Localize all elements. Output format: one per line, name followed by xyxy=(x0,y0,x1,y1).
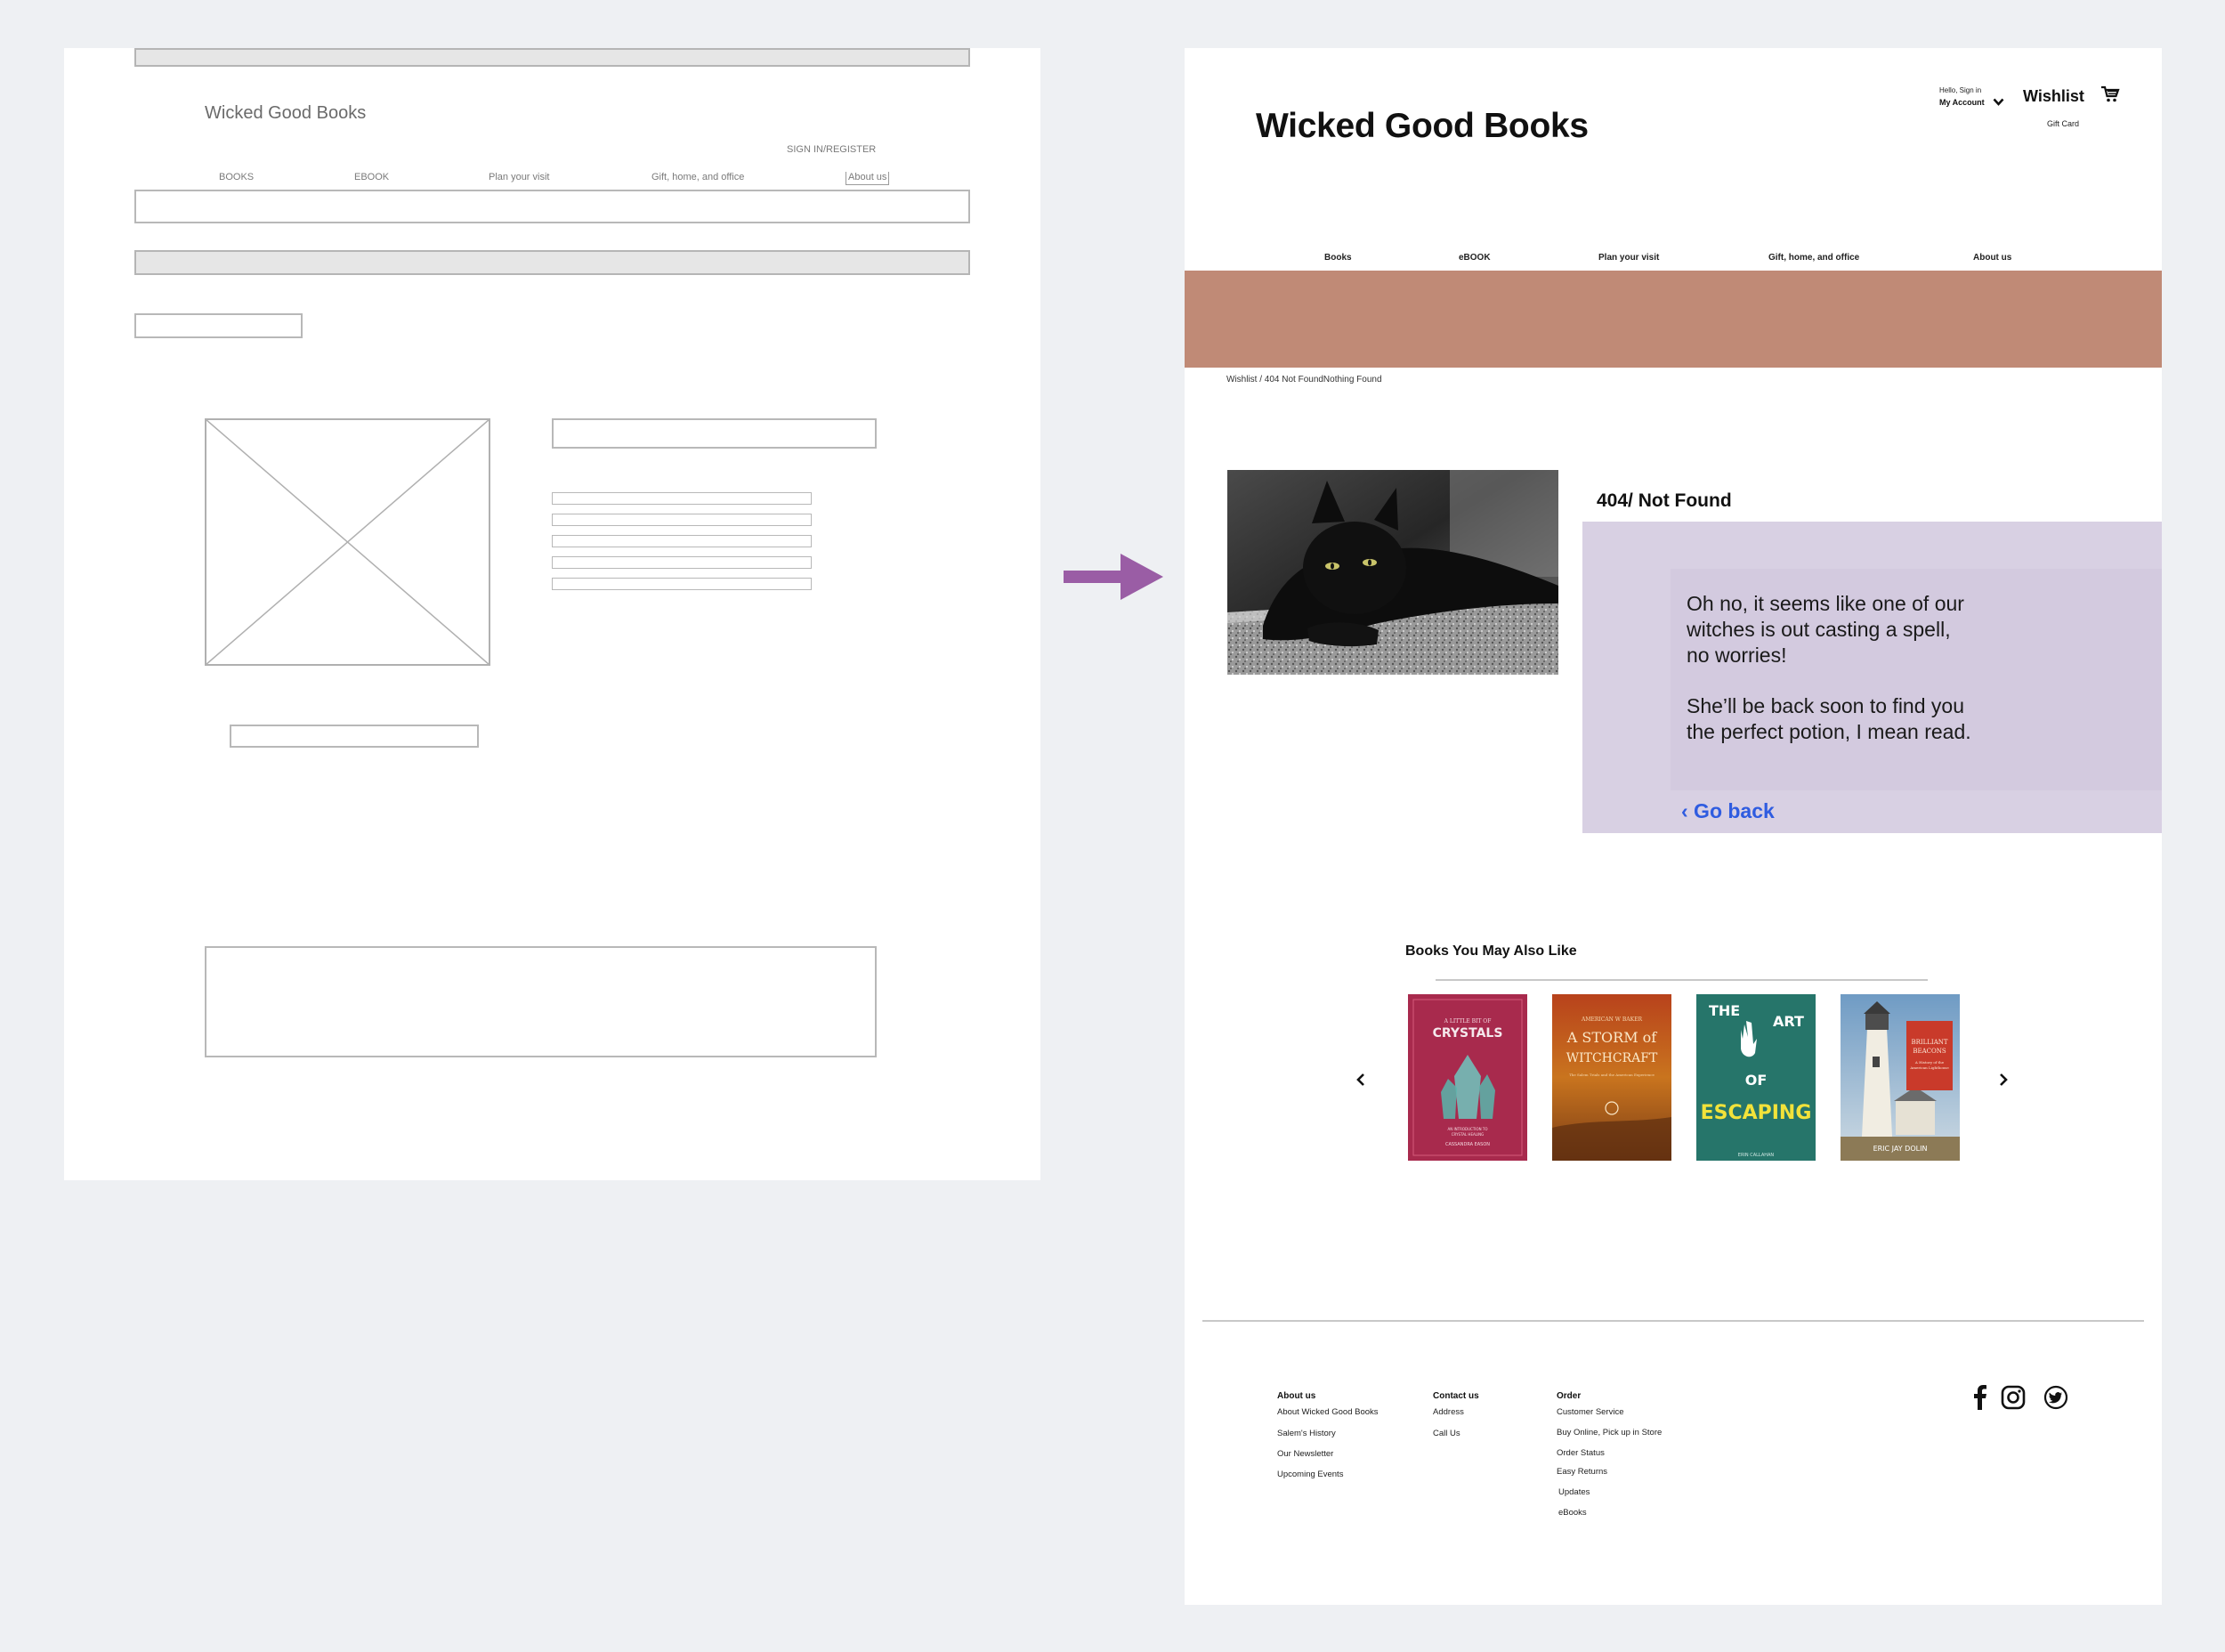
wire-breadcrumb-box xyxy=(134,313,303,338)
wireframe-panel: Wicked Good Books SIGN IN/REGISTER BOOKS… xyxy=(64,48,1040,1180)
go-back-link[interactable]: ‹ Go back xyxy=(1681,799,1775,823)
nav-books[interactable]: Books xyxy=(1324,253,1352,263)
footer-link[interactable]: Upcoming Events xyxy=(1277,1470,1379,1479)
svg-text:WITCHCRAFT: WITCHCRAFT xyxy=(1566,1051,1658,1065)
footer-link[interactable]: Customer Service xyxy=(1557,1407,1662,1417)
svg-text:A STORM of: A STORM of xyxy=(1566,1029,1658,1046)
footer-link[interactable]: About Wicked Good Books xyxy=(1277,1407,1379,1417)
footer-link[interactable]: Easy Returns xyxy=(1557,1467,1662,1477)
gift-card-link[interactable]: Gift Card xyxy=(2047,119,2079,128)
account-hello: Hello, Sign in xyxy=(1939,86,1982,94)
footer-link[interactable]: Order Status xyxy=(1557,1448,1662,1458)
footer-col-order: Order Customer Service Buy Online, Pick … xyxy=(1557,1391,1662,1518)
footer-link[interactable]: eBooks xyxy=(1558,1508,1662,1518)
twitter-icon[interactable] xyxy=(2043,1385,2068,1410)
account-label: My Account xyxy=(1939,98,1985,108)
arrow-right-icon xyxy=(1064,554,1163,600)
facebook-icon[interactable] xyxy=(1971,1383,1987,1410)
footer-link[interactable]: Our Newsletter xyxy=(1277,1449,1379,1459)
footer-col-contact: Contact us Address Call Us xyxy=(1433,1391,1479,1438)
recommendations-title: Books You May Also Like xyxy=(1405,943,1577,959)
footer-link[interactable]: Call Us xyxy=(1433,1429,1479,1438)
black-cat-photo xyxy=(1227,470,1558,675)
chevron-down-icon xyxy=(1993,98,2004,106)
wire-site-title: Wicked Good Books xyxy=(205,103,367,123)
svg-text:CASSANDRA EASON: CASSANDRA EASON xyxy=(1445,1142,1490,1147)
book-cover-brilliant-beacons[interactable]: BRILLIANT BEACONS A History of the Ameri… xyxy=(1841,994,1960,1161)
footer-heading-contact: Contact us xyxy=(1433,1391,1479,1401)
footer-heading-about: About us xyxy=(1277,1391,1316,1401)
footer-col-about: About us About Wicked Good Books Salem's… xyxy=(1277,1391,1379,1479)
chevron-right-icon[interactable] xyxy=(1997,1072,2010,1088)
not-found-title: 404/ Not Found xyxy=(1597,490,1732,511)
book-cover-art-of-escaping[interactable]: THE ART OF ESCAPING ERIN CALLAHAN xyxy=(1696,994,1816,1161)
footer-link[interactable]: Salem's History xyxy=(1277,1429,1379,1438)
book-cover-storm-of-witchcraft[interactable]: AMERICAN W BAKER A STORM of WITCHCRAFT T… xyxy=(1552,994,1671,1161)
svg-text:ERIC JAY DOLIN: ERIC JAY DOLIN xyxy=(1873,1145,1928,1153)
footer-divider xyxy=(1202,1320,2144,1322)
not-found-panel: Oh no, it seems like one of our witches … xyxy=(1582,522,2162,833)
wire-nav-gift: Gift, home, and office xyxy=(651,172,745,182)
footer-link[interactable]: Buy Online, Pick up in Store xyxy=(1557,1428,1662,1437)
wire-nav-books: BOOKS xyxy=(219,172,255,182)
nav-gift-home-office[interactable]: Gift, home, and office xyxy=(1768,253,1859,263)
svg-text:THE: THE xyxy=(1709,1002,1740,1019)
mockup-page: Wicked Good Books Hello, Sign in My Acco… xyxy=(1185,48,2162,1605)
wire-nav-box xyxy=(134,190,970,223)
wire-text-line xyxy=(552,492,812,505)
svg-text:ERIN CALLAHAN: ERIN CALLAHAN xyxy=(1738,1153,1775,1158)
not-found-message-2: She’ll be back soon to find you the perf… xyxy=(1687,694,1971,743)
svg-text:American Lighthouse: American Lighthouse xyxy=(1909,1065,1949,1070)
footer-heading-order: Order xyxy=(1557,1391,1582,1401)
wire-button-box xyxy=(230,725,479,748)
svg-text:CRYSTALS: CRYSTALS xyxy=(1433,1026,1503,1041)
svg-text:AN INTRODUCTION TO: AN INTRODUCTION TO xyxy=(1448,1127,1488,1131)
svg-text:A LITTLE BIT OF: A LITTLE BIT OF xyxy=(1444,1018,1492,1024)
wire-heading-box xyxy=(552,418,877,449)
wishlist-link[interactable]: Wishlist xyxy=(2023,87,2084,106)
wire-nav-visit: Plan your visit xyxy=(489,172,550,182)
hero-banner xyxy=(1185,271,2162,368)
svg-text:BEACONS: BEACONS xyxy=(1913,1048,1946,1055)
svg-text:ART: ART xyxy=(1773,1013,1804,1030)
nav-about-us[interactable]: About us xyxy=(1973,253,2011,263)
cart-icon[interactable] xyxy=(2100,85,2120,103)
recommendations-divider xyxy=(1436,979,1928,981)
book-cover-crystals[interactable]: A LITTLE BIT OF CRYSTALS AN INTRODUCTION… xyxy=(1408,994,1527,1161)
wire-footer-box xyxy=(205,946,877,1057)
svg-text:BRILLIANT: BRILLIANT xyxy=(1911,1039,1947,1046)
nav-plan-visit[interactable]: Plan your visit xyxy=(1598,253,1659,263)
svg-text:The Salem Trials and the Ameri: The Salem Trials and the American Experi… xyxy=(1569,1073,1655,1077)
wire-nav-ebook: EBOOK xyxy=(354,172,390,182)
wire-text-line xyxy=(552,535,812,547)
nav-ebook[interactable]: eBOOK xyxy=(1459,253,1491,263)
not-found-message-box: Oh no, it seems like one of our witches … xyxy=(1671,569,2162,790)
chevron-left-icon[interactable] xyxy=(1355,1072,1367,1088)
wire-text-line xyxy=(552,578,812,590)
svg-text:CRYSTAL HEALING: CRYSTAL HEALING xyxy=(1452,1132,1484,1137)
wire-nav-about: About us xyxy=(846,172,890,185)
wire-top-bar xyxy=(134,48,970,67)
site-title[interactable]: Wicked Good Books xyxy=(1256,107,1589,146)
footer-link[interactable]: Updates xyxy=(1558,1487,1662,1497)
svg-text:AMERICAN W BAKER: AMERICAN W BAKER xyxy=(1581,1016,1643,1023)
svg-text:OF: OF xyxy=(1745,1072,1768,1089)
not-found-message-1: Oh no, it seems like one of our witches … xyxy=(1687,592,1964,667)
breadcrumb[interactable]: Wishlist / 404 Not FoundNothing Found xyxy=(1226,375,1382,385)
wire-hero-bar xyxy=(134,250,970,275)
footer-link[interactable]: Address xyxy=(1433,1407,1479,1417)
instagram-icon[interactable] xyxy=(2001,1385,2026,1410)
wire-text-line xyxy=(552,556,812,569)
svg-text:ESCAPING: ESCAPING xyxy=(1701,1102,1812,1124)
wire-text-line xyxy=(552,514,812,526)
wire-sign-in: SIGN IN/REGISTER xyxy=(787,144,877,155)
svg-text:A History of the: A History of the xyxy=(1914,1060,1945,1065)
account-menu[interactable]: Hello, Sign in My Account xyxy=(1939,86,2004,109)
wire-image-placeholder xyxy=(205,418,490,666)
